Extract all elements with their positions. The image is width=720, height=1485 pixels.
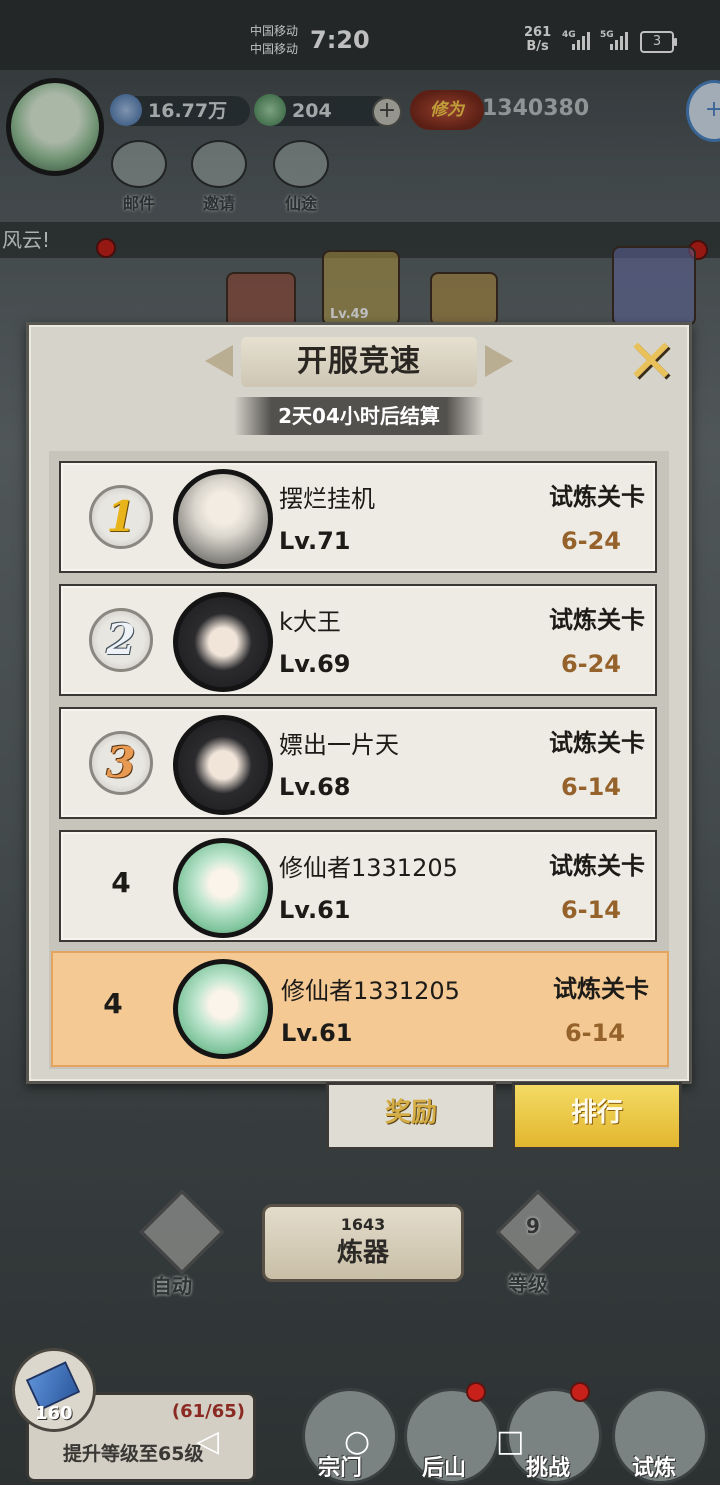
title-ornament-right — [485, 345, 513, 377]
stage-label: 试炼关卡 — [549, 483, 645, 511]
whetstone-count: 160 — [35, 1403, 73, 1424]
title-ornament-left — [205, 345, 233, 377]
notification-dot — [570, 1382, 590, 1402]
player-avatar-black-hair — [173, 592, 273, 692]
my-ranking-row[interactable]: 4 修仙者1331205 Lv.61 试炼关卡 6-14 — [51, 951, 669, 1067]
forge-level-button[interactable]: 9 等级 — [495, 1189, 581, 1297]
forge-label: 炼器 — [336, 1238, 389, 1268]
tab-ranking[interactable]: 排行 — [512, 1082, 682, 1150]
silver-medal-icon: 2 — [89, 608, 153, 672]
countdown-timer: 2天04小时后结算 — [234, 397, 484, 435]
my-stage-value: 6-14 — [564, 1019, 625, 1047]
player-level: Lv.69 — [279, 650, 351, 678]
player-name: 修仙者1331205 — [279, 854, 458, 882]
nav-trial-label: 试炼 — [632, 1456, 677, 1481]
ranking-list[interactable]: 1 摆烂挂机 Lv.71 试炼关卡 6-24 2 k大王 Lv.69 试炼关卡 … — [49, 451, 669, 1069]
my-level: Lv.61 — [281, 1019, 353, 1047]
tab-reward[interactable]: 奖励 — [326, 1082, 496, 1150]
player-name: k大王 — [279, 608, 341, 636]
upgrade-progress: (61/65) — [171, 1401, 245, 1422]
player-level: Lv.61 — [279, 896, 351, 924]
player-avatar-green-hair — [173, 838, 273, 938]
ranking-row[interactable]: 3 嫖出一片天 Lv.68 试炼关卡 6-14 — [59, 707, 657, 819]
stage-value: 6-24 — [560, 650, 621, 678]
player-avatar-black-hair — [173, 715, 273, 815]
ranking-row[interactable]: 4 修仙者1331205 Lv.61 试炼关卡 6-14 — [59, 830, 657, 942]
ranking-row[interactable]: 2 k大王 Lv.69 试炼关卡 6-24 — [59, 584, 657, 696]
gear-icon — [139, 1189, 225, 1275]
forge-button[interactable]: 1643 炼器 — [262, 1204, 464, 1282]
stage-value: 6-24 — [560, 527, 621, 555]
player-level: Lv.71 — [279, 527, 351, 555]
upgrade-text: 提升等级至65级 — [63, 1443, 204, 1465]
recents-icon[interactable]: □ — [496, 1424, 524, 1459]
player-avatar-elder — [173, 469, 273, 569]
close-icon[interactable]: ✕ — [625, 332, 677, 392]
ranking-row[interactable]: 1 摆烂挂机 Lv.71 试炼关卡 6-24 — [59, 461, 657, 573]
my-rank-number: 4 — [103, 987, 123, 1020]
stage-value: 6-14 — [560, 773, 621, 801]
dialog-title: 开服竞速 — [241, 337, 477, 387]
my-avatar — [173, 959, 273, 1059]
stage-label: 试炼关卡 — [549, 729, 645, 757]
player-level: Lv.68 — [279, 773, 351, 801]
auto-button[interactable]: 自动 — [139, 1189, 225, 1299]
my-stage-label: 试炼关卡 — [553, 975, 649, 1003]
whetstone-item[interactable]: 160 — [12, 1348, 96, 1432]
bronze-medal-icon: 3 — [89, 731, 153, 795]
notification-dot — [466, 1382, 486, 1402]
my-name: 修仙者1331205 — [281, 977, 460, 1005]
home-icon[interactable]: ○ — [344, 1424, 370, 1459]
player-name: 摆烂挂机 — [279, 485, 375, 513]
gold-medal-icon: 1 — [89, 485, 153, 549]
stage-label: 试炼关卡 — [549, 852, 645, 880]
player-name: 嫖出一片天 — [279, 731, 399, 759]
nav-backmountain-label: 后山 — [422, 1456, 467, 1481]
stage-value: 6-14 — [560, 896, 621, 924]
nav-challenge-label: 挑战 — [526, 1456, 571, 1481]
speed-race-dialog: 开服竞速 ✕ 2天04小时后结算 1 摆烂挂机 Lv.71 试炼关卡 6-24 … — [26, 322, 692, 1084]
stage-label: 试炼关卡 — [549, 606, 645, 634]
rank-number: 4 — [111, 866, 131, 899]
forge-level-value: 9 — [526, 1214, 540, 1238]
back-icon[interactable]: ◁ — [196, 1424, 219, 1459]
